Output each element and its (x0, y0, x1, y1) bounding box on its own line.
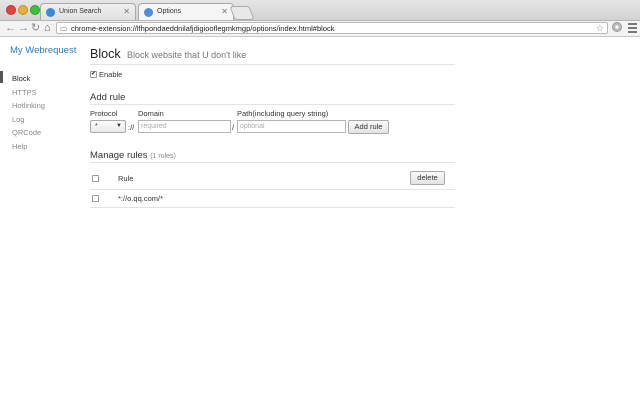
path-input[interactable] (237, 120, 346, 133)
sidebar-item-qrcode[interactable]: QRCode (12, 128, 41, 137)
tab-union-search[interactable]: Union Search ✕ (40, 3, 136, 20)
divider (90, 189, 455, 190)
browser-toolbar: ← → ↻ ⌂ ▭ chrome-extension://lfhpondaedd… (0, 21, 640, 37)
add-rule-heading: Add rule (90, 92, 126, 103)
window-maximize-button[interactable] (30, 5, 40, 15)
column-header-rule: Rule (118, 174, 134, 183)
window-close-button[interactable] (6, 5, 16, 15)
forward-arrow-icon[interactable]: → (18, 22, 29, 35)
home-icon[interactable]: ⌂ (44, 22, 51, 35)
divider (90, 162, 455, 163)
rules-count: (1 rules) (150, 153, 176, 160)
page-title: Block Block website that U don't like (90, 45, 246, 63)
tab-close-icon[interactable]: ✕ (221, 7, 228, 16)
manage-rules-title: Manage rules (90, 150, 148, 161)
back-arrow-icon[interactable]: ← (5, 22, 16, 35)
sidebar-item-https[interactable]: HTTPS (12, 88, 37, 97)
divider (90, 64, 455, 65)
page-title-text: Block (90, 47, 121, 61)
new-tab-button[interactable] (229, 6, 255, 20)
manage-rules-heading: Manage rules (1 rules) (90, 150, 176, 161)
page-icon: ▭ (60, 24, 68, 33)
chevron-down-icon: ▼ (116, 123, 122, 129)
tab-title: Options (157, 8, 182, 15)
domain-label: Domain (138, 109, 164, 118)
protocol-separator: :// (128, 123, 135, 132)
rule-checkbox[interactable] (92, 195, 99, 202)
tab-title: Union Search (59, 8, 102, 15)
divider (90, 104, 455, 105)
bookmark-star-icon[interactable]: ☆ (596, 23, 604, 34)
menu-icon[interactable] (628, 23, 637, 35)
globe-icon (46, 8, 55, 17)
window-minimize-button[interactable] (18, 5, 28, 15)
address-bar[interactable]: ▭ chrome-extension://lfhpondaeddnilafjdi… (56, 22, 608, 34)
tab-options[interactable]: Options ✕ (138, 3, 234, 20)
path-separator: / (232, 123, 235, 132)
delete-button[interactable]: delete (410, 171, 445, 185)
app-title: My Webrequest (10, 45, 77, 56)
rule-text: *://o.qq.com/* (118, 194, 164, 203)
page-subtitle: Block website that U don't like (127, 50, 247, 60)
extension-icon[interactable] (612, 22, 622, 32)
url-text: chrome-extension://lfhpondaeddnilafjdigi… (71, 24, 335, 33)
divider (90, 207, 455, 208)
tab-close-icon[interactable]: ✕ (123, 7, 130, 16)
protocol-label: Protocol (90, 109, 118, 118)
enable-label: Enable (99, 70, 123, 79)
sidebar-item-log[interactable]: Log (12, 115, 25, 124)
sidebar-item-block[interactable]: Block (12, 74, 30, 83)
enable-checkbox[interactable]: ✔ (90, 71, 97, 78)
domain-input[interactable] (138, 120, 231, 133)
table-header-row (90, 166, 455, 188)
protocol-value: * (95, 123, 98, 130)
protocol-select[interactable]: * ▼ (90, 120, 126, 133)
globe-icon (144, 8, 153, 17)
active-nav-marker (0, 71, 3, 83)
tab-strip: Union Search ✕ Options ✕ (0, 0, 640, 21)
select-all-checkbox[interactable] (92, 175, 99, 182)
sidebar-item-help[interactable]: Help (12, 142, 27, 151)
add-rule-button[interactable]: Add rule (348, 120, 389, 134)
sidebar-item-hotlinking[interactable]: Hotlinking (12, 101, 45, 110)
reload-icon[interactable]: ↻ (31, 22, 40, 35)
path-label: Path(including query string) (237, 109, 329, 118)
